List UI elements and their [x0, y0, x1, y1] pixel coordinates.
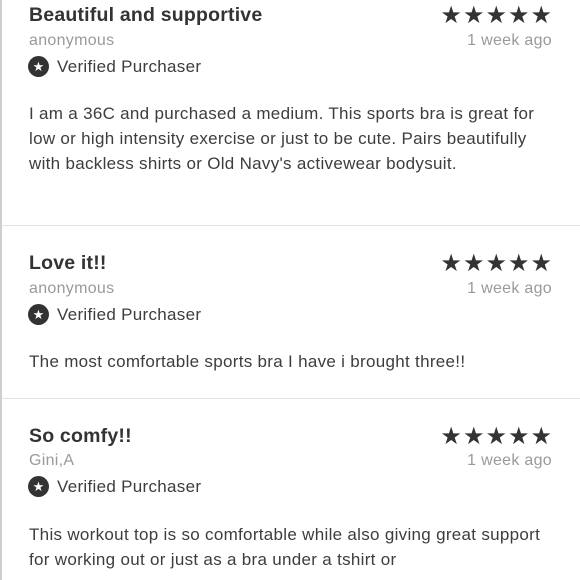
- review-title: Love it!!: [29, 252, 107, 274]
- verified-star-icon: ★: [28, 476, 49, 497]
- review-body: I am a 36C and purchased a medium. This …: [29, 104, 535, 173]
- verified-purchaser: ★ Verified Purchaser: [28, 476, 201, 497]
- review-item: Love it!! ★ ★ ★ ★ ★ anonymous 1 week ago…: [2, 226, 580, 399]
- verified-label: Verified Purchaser: [57, 56, 202, 76]
- verified-label: Verified Purchaser: [57, 476, 202, 496]
- rating-stars: ★ ★ ★ ★ ★: [440, 252, 552, 276]
- rating-stars: ★ ★ ★ ★ ★: [440, 425, 552, 449]
- review-author: Gini,A: [29, 452, 75, 469]
- review-body: The most comfortable sports bra I have i…: [29, 352, 466, 371]
- review-item: So comfy!! ★ ★ ★ ★ ★ Gini,A 1 week ago ★…: [2, 399, 580, 580]
- star-icon: ★: [507, 2, 530, 29]
- rating-stars: ★ ★ ★ ★ ★: [440, 4, 552, 28]
- review-body: This workout top is so comfortable while…: [29, 525, 541, 569]
- star-icon: ★: [530, 423, 552, 450]
- star-icon: ★: [440, 2, 462, 29]
- star-icon: ★: [485, 423, 507, 450]
- review-date: 1 week ago: [467, 32, 552, 49]
- star-icon: ★: [485, 2, 507, 29]
- star-icon: ★: [462, 250, 485, 277]
- review-author: anonymous: [29, 280, 115, 297]
- star-icon: ★: [462, 423, 485, 450]
- review-title: So comfy!!: [29, 425, 132, 447]
- verified-star-icon: ★: [28, 56, 49, 77]
- review-date: 1 week ago: [467, 452, 552, 469]
- verified-purchaser: ★ Verified Purchaser: [28, 56, 201, 77]
- star-icon: ★: [440, 250, 462, 277]
- star-icon: ★: [507, 423, 530, 450]
- verified-label: Verified Purchaser: [57, 304, 202, 324]
- verified-purchaser: ★ Verified Purchaser: [28, 304, 201, 325]
- review-author: anonymous: [29, 32, 115, 49]
- review-item: Beautiful and supportive ★ ★ ★ ★ ★ anony…: [2, 0, 580, 226]
- review-date: 1 week ago: [467, 280, 552, 297]
- review-title: Beautiful and supportive: [29, 4, 263, 26]
- star-icon: ★: [462, 2, 485, 29]
- star-icon: ★: [530, 2, 552, 29]
- star-icon: ★: [440, 423, 462, 450]
- star-icon: ★: [507, 250, 530, 277]
- star-icon: ★: [530, 250, 552, 277]
- verified-star-icon: ★: [28, 304, 49, 325]
- star-icon: ★: [485, 250, 507, 277]
